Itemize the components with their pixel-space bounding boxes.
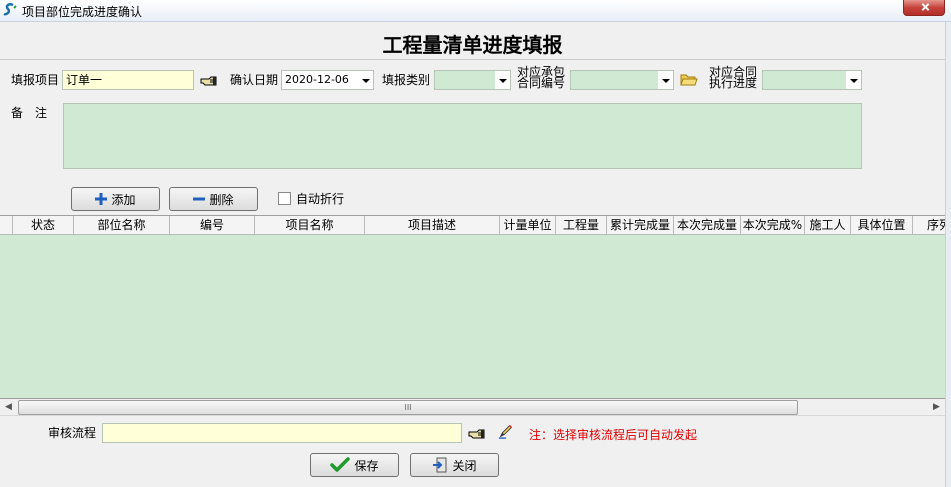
close-button-label: 关闭 (452, 458, 477, 473)
remark-label: 备 注 (11, 106, 48, 120)
approval-field[interactable] (102, 423, 462, 443)
row-indicator-header (0, 216, 13, 234)
date-label: 确认日期 (230, 73, 279, 87)
save-button-label: 保存 (354, 458, 379, 473)
close-button[interactable]: 关闭 (410, 453, 499, 477)
chevron-down-icon[interactable] (658, 71, 673, 89)
column-header-current-qty[interactable]: 本次完成量 (674, 216, 741, 234)
scroll-right-arrow[interactable]: ▶ (928, 399, 945, 416)
chevron-down-icon[interactable] (495, 71, 510, 89)
column-header-unit[interactable]: 计量单位 (500, 216, 556, 234)
project-label: 填报项目 (11, 73, 60, 87)
folder-open-icon[interactable] (680, 72, 698, 88)
column-header-current-pct[interactable]: 本次完成% (741, 216, 805, 234)
save-button[interactable]: 保存 (310, 453, 399, 477)
auto-wrap-checkbox[interactable] (278, 192, 291, 205)
scroll-left-arrow[interactable]: ◀ (0, 399, 17, 416)
delete-button-label: 删除 (209, 192, 234, 207)
column-header-status[interactable]: 状态 (13, 216, 74, 234)
project-field[interactable]: 订单一 (62, 70, 194, 90)
window-titlebar: 项目部位完成进度确认 (0, 0, 951, 22)
horizontal-scrollbar[interactable]: ◀ III ▶ (0, 399, 945, 416)
column-header-code[interactable]: 编号 (170, 216, 255, 234)
auto-wrap-label: 自动折行 (296, 192, 345, 206)
column-header-worker[interactable]: 施工人 (805, 216, 851, 234)
date-value: 2020-12-06 (285, 73, 349, 86)
app-icon (3, 3, 17, 16)
add-button[interactable]: 添加 (71, 187, 160, 211)
approval-label: 审核流程 (48, 426, 97, 440)
column-header-location[interactable]: 具体位置 (851, 216, 913, 234)
checkmark-icon (330, 457, 351, 472)
progress-select[interactable] (762, 70, 862, 90)
category-select[interactable] (434, 70, 511, 90)
category-label: 填报类别 (382, 73, 431, 87)
title-divider (0, 59, 945, 60)
page-title: 工程量清单进度填报 (382, 33, 563, 57)
edit-pen-icon[interactable] (497, 423, 515, 439)
minus-icon (193, 197, 206, 201)
chevron-down-icon[interactable] (846, 71, 861, 89)
column-header-quantity[interactable]: 工程量 (556, 216, 607, 234)
grid-header: 状态 部位名称 编号 项目名称 项目描述 计量单位 工程量 累计完成量 本次完成… (0, 216, 945, 235)
contract-select[interactable] (570, 70, 674, 90)
scroll-thumb[interactable]: III (18, 400, 798, 415)
pointing-hand-icon[interactable] (468, 426, 486, 442)
delete-button[interactable]: 删除 (169, 187, 258, 211)
progress-label-line2: 执行进度 (709, 76, 758, 90)
add-button-label: 添加 (111, 192, 136, 207)
close-window-button[interactable] (903, 0, 945, 16)
column-header-cumulative[interactable]: 累计完成量 (607, 216, 674, 234)
column-header-sequence[interactable]: 序列 (913, 216, 945, 234)
plus-icon (95, 193, 108, 205)
pointing-hand-icon[interactable] (200, 73, 218, 89)
window-title: 项目部位完成进度确认 (22, 5, 143, 19)
remark-textarea[interactable] (63, 103, 862, 169)
approval-note: 注：选择审核流程后可自动发起 (529, 428, 698, 442)
contract-label-line2: 合同编号 (517, 76, 566, 90)
column-header-part-name[interactable]: 部位名称 (74, 216, 170, 234)
data-grid[interactable]: 状态 部位名称 编号 项目名称 项目描述 计量单位 工程量 累计完成量 本次完成… (0, 215, 945, 399)
window-border (945, 22, 951, 487)
project-value: 订单一 (66, 73, 103, 87)
column-header-item-desc[interactable]: 项目描述 (365, 216, 500, 234)
exit-door-icon (433, 457, 447, 473)
column-header-item-name[interactable]: 项目名称 (255, 216, 365, 234)
date-picker[interactable]: 2020-12-06 (281, 70, 374, 90)
chevron-down-icon[interactable] (358, 71, 373, 89)
